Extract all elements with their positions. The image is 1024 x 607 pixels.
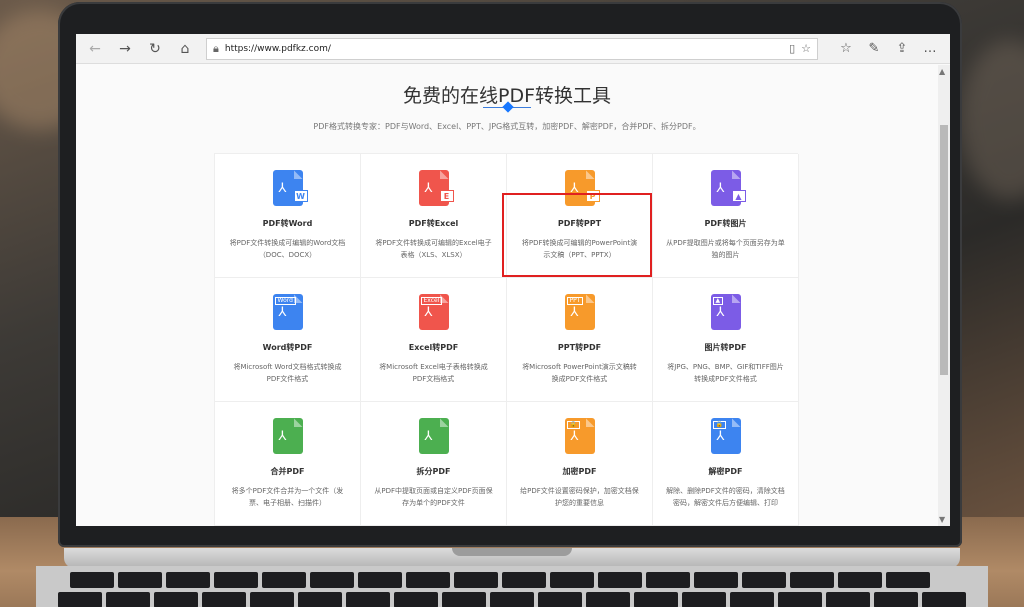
- tool-card[interactable]: ⅄ E PDF转Excel 将PDF文件转换成可编辑的Excel电子表格（XLS、XL…: [361, 154, 507, 278]
- tool-description: 给PDF文件设置密码保护，加密文档保护您的重要信息: [520, 487, 639, 507]
- scrollbar[interactable]: ▲ ▼: [938, 65, 950, 526]
- background-bokeh: [960, 40, 1024, 200]
- reading-view-icon[interactable]: ▯: [789, 42, 795, 55]
- web-page: 免费的在线PDF转换工具 PDF格式转换专家：PDF与Word、Excel、PP…: [76, 65, 938, 526]
- pen-icon[interactable]: ✎: [864, 38, 884, 60]
- tool-card[interactable]: ⅄ 合并PDF 将多个PDF文件合并为一个文件（发票、电子相册、扫描件）: [215, 402, 361, 526]
- url-text: https://www.pdfkz.com/: [224, 43, 331, 54]
- more-icon[interactable]: …: [920, 38, 940, 60]
- tool-card[interactable]: ⅄ 拆分PDF 从PDF中提取页面或自定义PDF页面保存为单个的PDF文件: [361, 402, 507, 526]
- tool-name: PDF转Excel: [408, 219, 459, 228]
- tool-description: 将PDF文件转换成可编辑的Excel电子表格（XLS、XLSX）: [375, 239, 492, 259]
- tool-description: 将Microsoft PowerPoint演示文稿转换成PDF文件格式: [522, 363, 637, 383]
- tool-name: 拆分PDF: [416, 467, 451, 476]
- browser-toolbar: ← → ↻ ⌂ 🔒︎ https://www.pdfkz.com/ ▯ ☆ ☆ …: [76, 34, 950, 64]
- pdf-file-icon: ⅄ 🔒: [564, 418, 595, 454]
- scroll-up-icon[interactable]: ▲: [939, 67, 945, 76]
- tool-name: Word转PDF: [262, 343, 313, 352]
- page-subtitle: PDF格式转换专家：PDF与Word、Excel、PPT、JPG格式互转，加密P…: [313, 122, 701, 131]
- key-row: [70, 572, 930, 588]
- tool-name: PPT转PDF: [557, 343, 602, 352]
- tool-name: Excel转PDF: [408, 343, 459, 352]
- key-row: [58, 592, 966, 607]
- tool-description: 从PDF中提取页面或自定义PDF页面保存为单个的PDF文件: [374, 487, 493, 507]
- refresh-icon[interactable]: ↻: [142, 38, 168, 60]
- tool-card[interactable]: ⅄ 🔓 解密PDF 解除、删除PDF文件的密码，清除文档密码，解密文件后方便编辑、打印: [653, 402, 799, 526]
- tool-name: 加密PDF: [562, 467, 597, 476]
- pdf-file-icon: ⅄ Excel: [418, 294, 449, 330]
- tool-card[interactable]: ⅄ ▲ 图片转PDF 将JPG、PNG、BMP、GIF和TIFF图片转换成PDF文件格…: [653, 278, 799, 402]
- favorite-star-icon[interactable]: ☆: [801, 42, 811, 55]
- tool-name: 合并PDF: [270, 467, 305, 476]
- pdf-file-icon: ⅄: [418, 418, 449, 454]
- share-icon[interactable]: ⇪: [892, 38, 912, 60]
- tool-card[interactable]: ⅄ PPT PPT转PDF 将Microsoft PowerPoint演示文稿转换成P…: [507, 278, 653, 402]
- laptop-screen: ← → ↻ ⌂ 🔒︎ https://www.pdfkz.com/ ▯ ☆ ☆ …: [76, 34, 950, 526]
- tool-description: 解除、删除PDF文件的密码，清除文档密码，解密文件后方便编辑、打印: [666, 487, 785, 507]
- pdf-file-icon: ⅄ W: [272, 170, 308, 206]
- pdf-file-icon: ⅄ E: [418, 170, 454, 206]
- tool-description: 将Microsoft Word文档格式转换成PDF文件格式: [233, 363, 342, 383]
- pdf-file-icon: ⅄ 🔓: [710, 418, 741, 454]
- favorites-icon[interactable]: ☆: [836, 38, 856, 60]
- tool-name: PDF转Word: [262, 219, 313, 228]
- home-icon[interactable]: ⌂: [172, 38, 198, 60]
- tool-description: 将Microsoft Excel电子表格转换成PDF文档格式: [379, 363, 488, 383]
- back-icon[interactable]: ←: [82, 38, 108, 60]
- tool-name: 图片转PDF: [704, 343, 747, 352]
- tool-card[interactable]: ⅄ Excel Excel转PDF 将Microsoft Excel电子表格转换成PD…: [361, 278, 507, 402]
- tool-description: 将多个PDF文件合并为一个文件（发票、电子相册、扫描件）: [231, 487, 344, 507]
- tool-card[interactable]: ⅄ W PDF转Word 将PDF文件转换成可编辑的Word文档（DOC、DOCX）: [215, 154, 361, 278]
- scroll-thumb[interactable]: [940, 125, 948, 375]
- tool-description: 将PDF文件转换成可编辑的Word文档（DOC、DOCX）: [229, 239, 346, 259]
- tool-name: PDF转图片: [704, 219, 747, 228]
- pdf-file-icon: ⅄ ▲: [710, 294, 741, 330]
- tool-name: 解密PDF: [708, 467, 743, 476]
- tool-card[interactable]: ⅄ Word Word转PDF 将Microsoft Word文档格式转换成PDF文件…: [215, 278, 361, 402]
- laptop-notch: [452, 548, 572, 556]
- scroll-down-icon[interactable]: ▼: [939, 515, 945, 524]
- pdf-file-icon: ⅄ Word: [272, 294, 303, 330]
- tool-card[interactable]: ⅄ 🔒 加密PDF 给PDF文件设置密码保护，加密文档保护您的重要信息: [507, 402, 653, 526]
- lock-icon: 🔒︎: [213, 41, 219, 55]
- forward-icon[interactable]: →: [112, 38, 138, 60]
- pdf-file-icon: ⅄: [272, 418, 303, 454]
- tool-description: 将JPG、PNG、BMP、GIF和TIFF图片转换成PDF文件格式: [667, 363, 784, 383]
- pdf-file-icon: ⅄ PPT: [564, 294, 595, 330]
- tool-card[interactable]: ⅄ ▲ PDF转图片从PDF提取图片或将每个页面另存为单独的图片: [653, 154, 799, 278]
- address-bar[interactable]: 🔒︎ https://www.pdfkz.com/ ▯ ☆: [206, 37, 818, 60]
- pdf-file-icon: ⅄ ▲: [710, 170, 746, 206]
- highlight-box: [502, 193, 652, 277]
- tool-description: 从PDF提取图片或将每个页面另存为单独的图片: [666, 239, 785, 259]
